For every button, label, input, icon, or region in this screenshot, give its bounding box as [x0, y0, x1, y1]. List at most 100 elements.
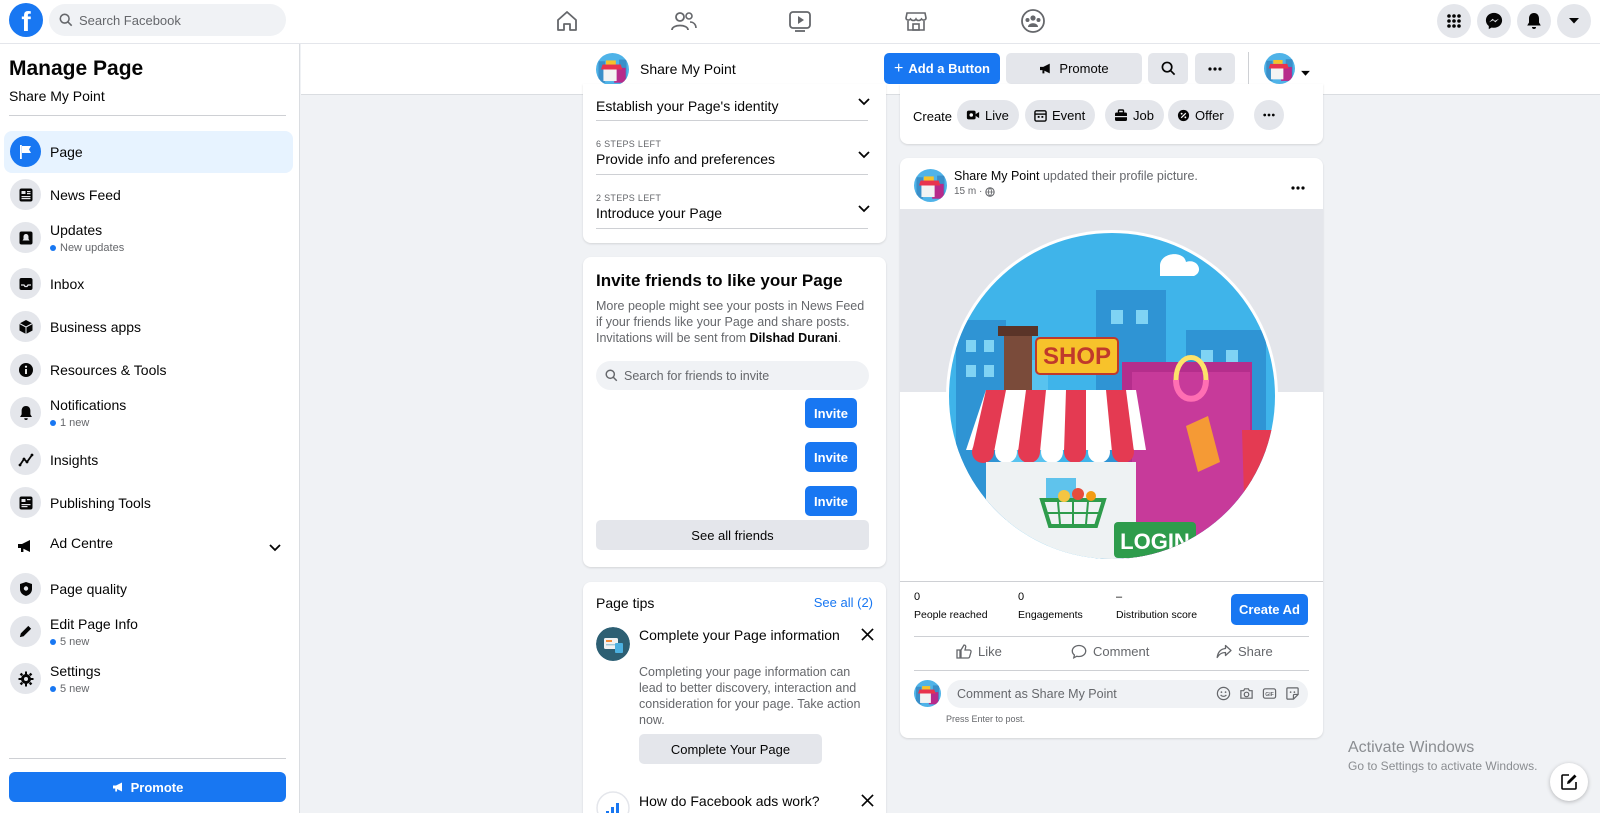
chevron-down-icon[interactable]	[858, 200, 870, 218]
sidebar-item-edit-page-info[interactable]: Edit Page Info 5 new	[4, 611, 293, 653]
marketplace-icon[interactable]	[902, 8, 930, 34]
page-name[interactable]: Share My Point	[640, 61, 736, 77]
emoji-icon[interactable]	[1216, 686, 1231, 701]
sidebar-item-page[interactable]: Page	[4, 131, 293, 173]
create-offer-chip[interactable]: Offer	[1168, 100, 1234, 130]
megaphone-icon	[112, 782, 122, 792]
comment-label: Comment	[1093, 644, 1150, 659]
shop-sign-text: SHOP	[1043, 343, 1111, 370]
divider	[596, 174, 868, 175]
sidebar-item-resources-tools[interactable]: Resources & Tools	[4, 349, 293, 391]
chevron-down-icon[interactable]	[858, 146, 870, 164]
sidebar-item-ad-centre[interactable]: Ad Centre	[4, 525, 293, 567]
engagements-label: Engagements	[1018, 609, 1083, 621]
more-icon[interactable]	[1291, 177, 1305, 195]
create-ad-button[interactable]: Create Ad	[1231, 594, 1308, 625]
promote-button[interactable]: Promote	[1006, 53, 1142, 84]
create-event-chip[interactable]: Event	[1025, 100, 1096, 130]
invite-button[interactable]: Invite	[805, 442, 857, 472]
sticker-icon[interactable]	[1285, 686, 1300, 701]
sidebar-item-label: Settings	[50, 663, 101, 679]
page-search-button[interactable]	[1148, 53, 1188, 84]
setup-step-title[interactable]: Introduce your Page	[596, 205, 722, 221]
sidebar-item-publishing-tools[interactable]: Publishing Tools	[4, 482, 293, 524]
create-job-chip[interactable]: Job	[1105, 100, 1164, 130]
close-icon[interactable]	[861, 628, 874, 646]
search-input[interactable]	[79, 12, 269, 28]
see-all-friends-button[interactable]: See all friends	[596, 520, 869, 550]
close-icon[interactable]	[861, 794, 874, 812]
invite-search-input[interactable]	[624, 368, 854, 383]
manage-page-title: Manage Page	[9, 57, 144, 80]
chip-label: Live	[985, 107, 1009, 123]
page-avatar[interactable]	[596, 53, 629, 86]
account-dropdown-icon[interactable]	[1557, 4, 1591, 38]
chevron-down-icon[interactable]	[1300, 64, 1311, 82]
people-reached-label: People reached	[914, 609, 988, 621]
messenger-icon[interactable]	[1477, 4, 1511, 38]
watch-icon[interactable]	[786, 8, 814, 34]
more-options-button[interactable]	[1195, 53, 1235, 84]
sidebar-item-inbox[interactable]: Inbox	[4, 263, 293, 305]
chip-label: Event	[1052, 107, 1086, 123]
friends-icon[interactable]	[670, 8, 698, 34]
chevron-down-icon[interactable]	[858, 93, 870, 111]
groups-icon[interactable]	[1019, 8, 1047, 34]
sidebar-item-page-quality[interactable]: Page quality	[4, 568, 293, 610]
like-button[interactable]: Like	[956, 644, 1002, 659]
add-a-button-button[interactable]: + Add a Button	[884, 53, 1000, 84]
sidebar-item-news-feed[interactable]: News Feed	[4, 174, 293, 216]
invite-search-box[interactable]	[596, 361, 869, 390]
setup-step-title[interactable]: Establish your Page's identity	[596, 98, 778, 114]
login-sign-text: LOGIN	[1120, 529, 1190, 554]
sidebar-item-settings[interactable]: Settings 5 new	[4, 658, 293, 700]
share-label: Share	[1238, 644, 1273, 659]
home-icon[interactable]	[553, 8, 581, 34]
manage-page-sidebar: Manage Page Share My Point Page News Fee…	[0, 44, 300, 813]
invite-button[interactable]: Invite	[805, 486, 857, 516]
distribution-score-label: Distribution score	[1116, 609, 1198, 621]
page-tips-title: Page tips	[596, 595, 655, 611]
calendar-icon	[1034, 109, 1047, 122]
see-all-tips-link[interactable]: See all (2)	[814, 595, 873, 610]
comment-box[interactable]: GIF	[947, 680, 1308, 708]
gif-icon[interactable]: GIF	[1262, 686, 1277, 701]
sidebar-item-label: Page quality	[50, 581, 128, 597]
sidebar-item-notifications[interactable]: Notifications 1 new	[4, 392, 293, 434]
menu-grid-icon[interactable]	[1437, 4, 1471, 38]
commenter-avatar[interactable]	[914, 680, 941, 707]
sidebar-item-status: 5 new	[50, 636, 89, 648]
create-more-chip[interactable]	[1254, 100, 1284, 130]
setup-step-title[interactable]: Provide info and preferences	[596, 151, 775, 167]
search-facebook-box[interactable]	[49, 4, 286, 36]
divider	[900, 581, 1323, 582]
sidebar-item-status: 5 new	[50, 683, 89, 695]
sidebar-promote-button[interactable]: Promote	[9, 772, 286, 802]
chevron-down-icon[interactable]	[269, 539, 281, 557]
share-button[interactable]: Share	[1216, 644, 1273, 659]
new-message-button[interactable]	[1550, 763, 1588, 801]
notifications-icon[interactable]	[1517, 4, 1551, 38]
sidebar-item-insights[interactable]: Insights	[4, 439, 293, 481]
post-timestamp[interactable]: 15 m ·	[954, 186, 996, 197]
sidebar-page-name[interactable]: Share My Point	[9, 88, 105, 104]
sidebar-item-business-apps[interactable]: Business apps	[4, 306, 293, 348]
profile-picture-image[interactable]: SHOP LOGIN	[900, 209, 1323, 581]
sidebar-item-updates[interactable]: Updates New updates	[4, 217, 293, 259]
invite-description: More people might see your posts in News…	[596, 299, 865, 345]
press-enter-hint: Press Enter to post.	[946, 714, 1026, 724]
sidebar-item-label: Inbox	[50, 276, 85, 292]
post-author-name[interactable]: Share My Point	[954, 169, 1039, 183]
post-author-avatar[interactable]	[914, 169, 947, 202]
profile-switcher-avatar[interactable]	[1264, 53, 1295, 84]
complete-your-page-button[interactable]: Complete Your Page	[639, 734, 822, 764]
tip-description: Completing your page information can lea…	[639, 665, 861, 727]
facebook-logo[interactable]: f	[9, 3, 43, 37]
camera-icon[interactable]	[1239, 686, 1254, 701]
comment-button[interactable]: Comment	[1071, 644, 1149, 659]
invite-button[interactable]: Invite	[805, 398, 857, 428]
sidebar-item-label: Updates	[50, 222, 103, 238]
comment-input[interactable]	[957, 687, 1207, 701]
create-live-chip[interactable]: Live	[957, 100, 1019, 130]
sidebar-item-label: Publishing Tools	[50, 495, 151, 511]
